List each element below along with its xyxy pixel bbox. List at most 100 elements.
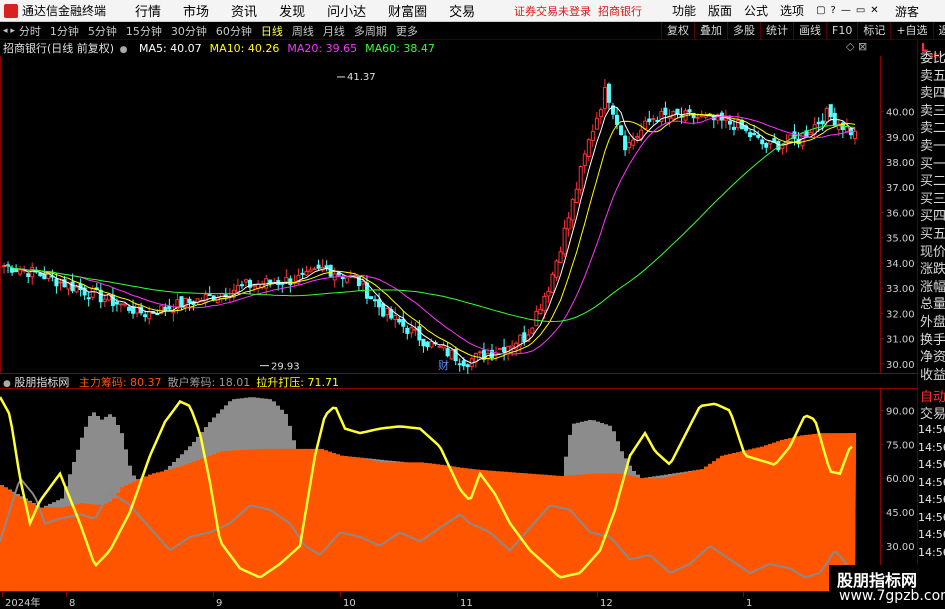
- candle: [304, 265, 309, 276]
- candle: [90, 285, 95, 301]
- chart-corner-icons[interactable]: ◇ ⊠: [846, 40, 867, 53]
- quote-field-3: 卖三: [920, 103, 945, 119]
- price-tick-9: 31.00: [886, 335, 915, 346]
- help-icon[interactable]: ?: [831, 5, 841, 16]
- indicator-tick-3: 45.00: [886, 508, 915, 519]
- indicator-chart[interactable]: 90.0075.0060.0045.0030.0015.00 2024年8910…: [0, 388, 917, 609]
- tick-time-2: 14:56: [918, 458, 945, 471]
- period-tab-8[interactable]: 月线: [323, 25, 345, 38]
- period-tab-7[interactable]: 周线: [292, 25, 314, 38]
- menu-item-2[interactable]: 资讯: [231, 1, 257, 20]
- price-tick-7: 33.00: [886, 284, 915, 295]
- toolbar-button-8[interactable]: 返回: [932, 22, 945, 39]
- price-chart[interactable]: 40.00 39.00 38.00 37.00 36.00 35.00 34.00 33.00…: [0, 56, 917, 374]
- login-notice[interactable]: 证券交易未登录 招商银行: [514, 3, 642, 19]
- toolbar-button-5[interactable]: F10: [826, 22, 857, 39]
- candle: [118, 303, 123, 313]
- menu-item-6[interactable]: 交易: [449, 1, 475, 20]
- right-menu-item-3[interactable]: 选项: [780, 2, 804, 19]
- candle: [534, 305, 539, 327]
- candle: [324, 260, 329, 272]
- candle: [756, 130, 761, 140]
- candle: [449, 348, 454, 360]
- quote-field-9: 买四: [920, 209, 945, 225]
- minimize-icon[interactable]: —: [841, 5, 856, 16]
- quote-field-12: 涨跌: [920, 262, 945, 278]
- period-tab-9[interactable]: 多周期: [354, 25, 387, 38]
- right-menu: 功能 版面 公式 选项 ▢?—▭✕: [666, 0, 890, 21]
- period-tab-6[interactable]: 日线: [261, 25, 283, 38]
- candle: [441, 341, 446, 351]
- period-tab-1[interactable]: 1分钟: [50, 25, 79, 38]
- trade-tab[interactable]: 交易: [920, 403, 945, 422]
- price-grid: [0, 56, 917, 374]
- candle: [292, 274, 297, 287]
- candle: [54, 273, 59, 294]
- toolbar-button-1[interactable]: 叠加: [694, 22, 727, 39]
- scroll-arrows-icon[interactable]: ◂ ▸: [3, 26, 15, 36]
- period-tab-4[interactable]: 30分钟: [171, 25, 207, 38]
- period-tabs: 分时 1分钟 5分钟 15分钟 30分钟 60分钟 日线 周线 月线 多周期 更多: [19, 23, 427, 39]
- menubar: 通达信金融终端 行情 市场 资讯 发现 问小达 财富圈 交易 证券交易未登录 招…: [0, 0, 945, 22]
- candle: [465, 363, 470, 374]
- toolbar-button-3[interactable]: 统计: [760, 22, 793, 39]
- candle: [110, 287, 115, 313]
- period-tab-2[interactable]: 5分钟: [88, 25, 117, 38]
- indicator-axis: 90.0075.0060.0045.0030.0015.00: [880, 407, 915, 587]
- menu-item-3[interactable]: 发现: [279, 1, 305, 20]
- window-controls[interactable]: ▢?—▭✕: [816, 5, 884, 16]
- quote-field-0: 委比: [920, 51, 945, 66]
- period-tab-5[interactable]: 60分钟: [216, 25, 252, 38]
- watermark-url: www.7gpzb.com: [839, 588, 945, 604]
- toolbar-button-0[interactable]: 复权: [661, 22, 694, 39]
- candle: [570, 198, 575, 229]
- candle: [598, 107, 603, 125]
- close-icon[interactable]: ✕: [870, 5, 883, 16]
- finance-marker[interactable]: 财: [438, 358, 449, 372]
- right-menu-item-1[interactable]: 版面: [708, 2, 732, 19]
- quote-field-16: 换手: [920, 332, 945, 348]
- guest-label[interactable]: 游客: [895, 3, 919, 20]
- candle: [582, 150, 587, 174]
- period-tab-10[interactable]: 更多: [396, 25, 418, 38]
- maximize-icon[interactable]: ▭: [856, 5, 870, 16]
- tick-time-7: 14:56: [918, 545, 945, 559]
- toolbar-button-2[interactable]: 多股: [727, 22, 760, 39]
- menu-item-4[interactable]: 问小达: [327, 1, 366, 20]
- candle: [627, 135, 632, 154]
- stock-link[interactable]: 招商银行: [598, 5, 642, 18]
- price-tick-1: 39.00: [886, 133, 915, 144]
- candle: [772, 133, 777, 143]
- indicator-tick-4: 30.00: [886, 542, 915, 553]
- period-tab-3[interactable]: 15分钟: [126, 25, 162, 38]
- right-menu-item-0[interactable]: 功能: [672, 2, 696, 19]
- toolbar-button-4[interactable]: 画线: [793, 22, 826, 39]
- menu-item-1[interactable]: 市场: [183, 1, 209, 20]
- settings-dot-icon[interactable]: ●: [120, 45, 128, 55]
- period-tab-0[interactable]: 分时: [19, 25, 41, 38]
- toolbar-button-7[interactable]: +自选: [890, 22, 932, 39]
- ma20-line: [4, 115, 856, 355]
- menu-item-5[interactable]: 财富圈: [388, 1, 427, 20]
- quote-field-11: 现价: [920, 244, 945, 260]
- candle: [373, 295, 378, 308]
- price-tick-5: 35.00: [886, 234, 915, 245]
- menu-item-0[interactable]: 行情: [135, 1, 161, 20]
- candle: [348, 270, 353, 279]
- restore-icon[interactable]: ▢: [816, 5, 830, 16]
- candle: [102, 294, 107, 307]
- toolbar-button-6[interactable]: 标记: [857, 22, 890, 39]
- candle: [239, 280, 244, 289]
- candle: [2, 262, 6, 274]
- ma60-line: [4, 124, 856, 322]
- login-notice-text[interactable]: 证券交易未登录: [514, 5, 591, 18]
- candle: [647, 110, 652, 126]
- price-tick-2: 38.00: [886, 158, 915, 169]
- candle: [316, 259, 321, 271]
- candle: [748, 129, 753, 142]
- right-menu-item-2[interactable]: 公式: [744, 2, 768, 19]
- date-axis: 2024年 8 9 10 11 12 1: [2, 591, 752, 609]
- price-tick-6: 34.00: [886, 259, 915, 270]
- ma-values: MA5: 40.07 MA10: 40.26 MA20: 39.65 MA60: 38…: [133, 42, 437, 55]
- watermark: 股朋指标网 www.7gpzb.com: [829, 565, 945, 609]
